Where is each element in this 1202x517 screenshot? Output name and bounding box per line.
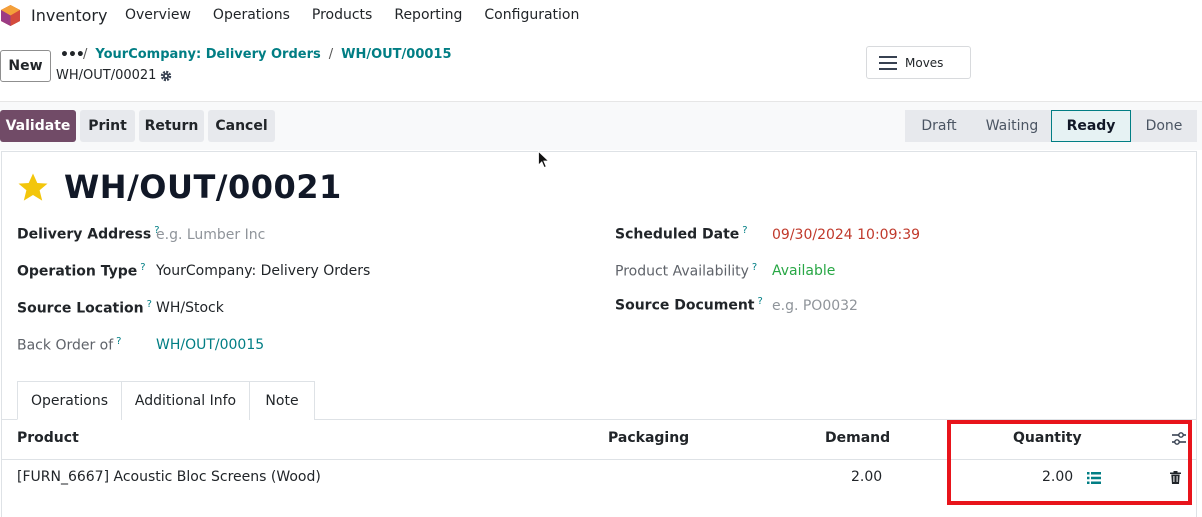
stage-draft[interactable]: Draft xyxy=(905,110,973,142)
current-record-name: WH/OUT/00021 xyxy=(56,68,172,83)
label-text: Source Location xyxy=(17,300,144,317)
breadcrumb: / YourCompany: Delivery Orders / WH/OUT/… xyxy=(83,47,452,62)
column-header-demand[interactable]: Demand xyxy=(825,430,890,446)
delivery-address-label: Delivery Address? xyxy=(17,225,160,243)
status-bar: Draft Waiting Ready Done xyxy=(905,110,1197,142)
source-location-label: Source Location? xyxy=(17,299,152,317)
new-button[interactable]: New xyxy=(0,50,51,82)
back-order-link[interactable]: WH/OUT/00015 xyxy=(156,337,264,353)
help-tooltip-icon[interactable]: ? xyxy=(758,296,763,307)
help-tooltip-icon[interactable]: ? xyxy=(742,225,747,236)
menu-overview[interactable]: Overview xyxy=(125,7,191,23)
print-button[interactable]: Print xyxy=(80,110,135,142)
column-header-product[interactable]: Product xyxy=(17,430,79,446)
source-document-label: Source Document? xyxy=(615,296,763,314)
help-tooltip-icon[interactable]: ? xyxy=(140,262,145,273)
help-tooltip-icon[interactable]: ? xyxy=(752,262,757,273)
record-title: WH/OUT/00021 xyxy=(64,168,342,206)
row-product[interactable]: [FURN_6667] Acoustic Bloc Screens (Wood) xyxy=(17,469,321,485)
column-header-packaging[interactable]: Packaging xyxy=(608,430,689,446)
source-location-field[interactable]: WH/Stock xyxy=(156,300,224,316)
action-buttons: Validate Print Return Cancel xyxy=(0,110,275,142)
menu-configuration[interactable]: Configuration xyxy=(484,7,579,23)
label-text: Delivery Address xyxy=(17,226,152,243)
back-order-label: Back Order of? xyxy=(17,336,121,354)
list-icon xyxy=(879,55,897,70)
gear-icon[interactable] xyxy=(160,70,172,82)
label-text: Back Order of xyxy=(17,337,114,354)
label-text: Operation Type xyxy=(17,263,138,280)
delivery-address-field[interactable]: e.g. Lumber Inc xyxy=(156,227,265,243)
help-tooltip-icon[interactable]: ? xyxy=(116,336,121,347)
stage-done[interactable]: Done xyxy=(1131,110,1197,142)
scheduled-date-label: Scheduled Date? xyxy=(615,225,748,243)
product-availability-label: Product Availability? xyxy=(615,262,757,280)
tab-operations[interactable]: Operations xyxy=(17,381,122,420)
row-demand[interactable]: 2.00 xyxy=(851,469,882,485)
app-name[interactable]: Inventory xyxy=(31,6,107,25)
source-document-field[interactable]: e.g. PO0032 xyxy=(772,298,858,314)
help-tooltip-icon[interactable]: ? xyxy=(147,299,152,310)
breadcrumb-separator: / xyxy=(83,47,88,62)
tab-additional-info[interactable]: Additional Info xyxy=(121,381,250,420)
breadcrumb-separator: / xyxy=(328,47,334,62)
notebook-tabs: Operations Additional Info Note xyxy=(17,381,315,420)
main-menu: Overview Operations Products Reporting C… xyxy=(125,7,579,23)
cancel-button[interactable]: Cancel xyxy=(208,110,275,142)
product-availability-value: Available xyxy=(772,263,836,279)
scheduled-date-field[interactable]: 09/30/2024 10:09:39 xyxy=(772,227,920,243)
tab-note[interactable]: Note xyxy=(249,381,315,420)
label-text: Scheduled Date xyxy=(615,226,740,243)
operation-type-field[interactable]: YourCompany: Delivery Orders xyxy=(156,263,370,279)
inventory-app-icon[interactable] xyxy=(1,5,20,26)
breadcrumb-more-button[interactable]: ••• xyxy=(60,47,85,63)
menu-reporting[interactable]: Reporting xyxy=(394,7,462,23)
mouse-cursor-icon xyxy=(538,151,550,169)
top-navbar: Inventory Overview Operations Products R… xyxy=(0,0,1202,31)
breadcrumb-backorder[interactable]: WH/OUT/00015 xyxy=(341,47,451,62)
menu-products[interactable]: Products xyxy=(312,7,372,23)
moves-label: Moves xyxy=(905,55,944,70)
label-text: Source Document xyxy=(615,297,755,314)
moves-smart-button[interactable]: Moves xyxy=(866,46,971,79)
label-text: Product Availability xyxy=(615,263,749,280)
validate-button[interactable]: Validate xyxy=(0,110,76,142)
operation-type-label: Operation Type? xyxy=(17,262,146,280)
menu-operations[interactable]: Operations xyxy=(213,7,290,23)
record-name-text: WH/OUT/00021 xyxy=(56,68,157,83)
star-icon[interactable] xyxy=(17,172,49,204)
breadcrumb-delivery-orders[interactable]: YourCompany: Delivery Orders xyxy=(95,47,320,62)
highlight-box xyxy=(947,420,1192,505)
stage-waiting[interactable]: Waiting xyxy=(973,110,1051,142)
stage-ready[interactable]: Ready xyxy=(1051,110,1131,142)
return-button[interactable]: Return xyxy=(139,110,204,142)
